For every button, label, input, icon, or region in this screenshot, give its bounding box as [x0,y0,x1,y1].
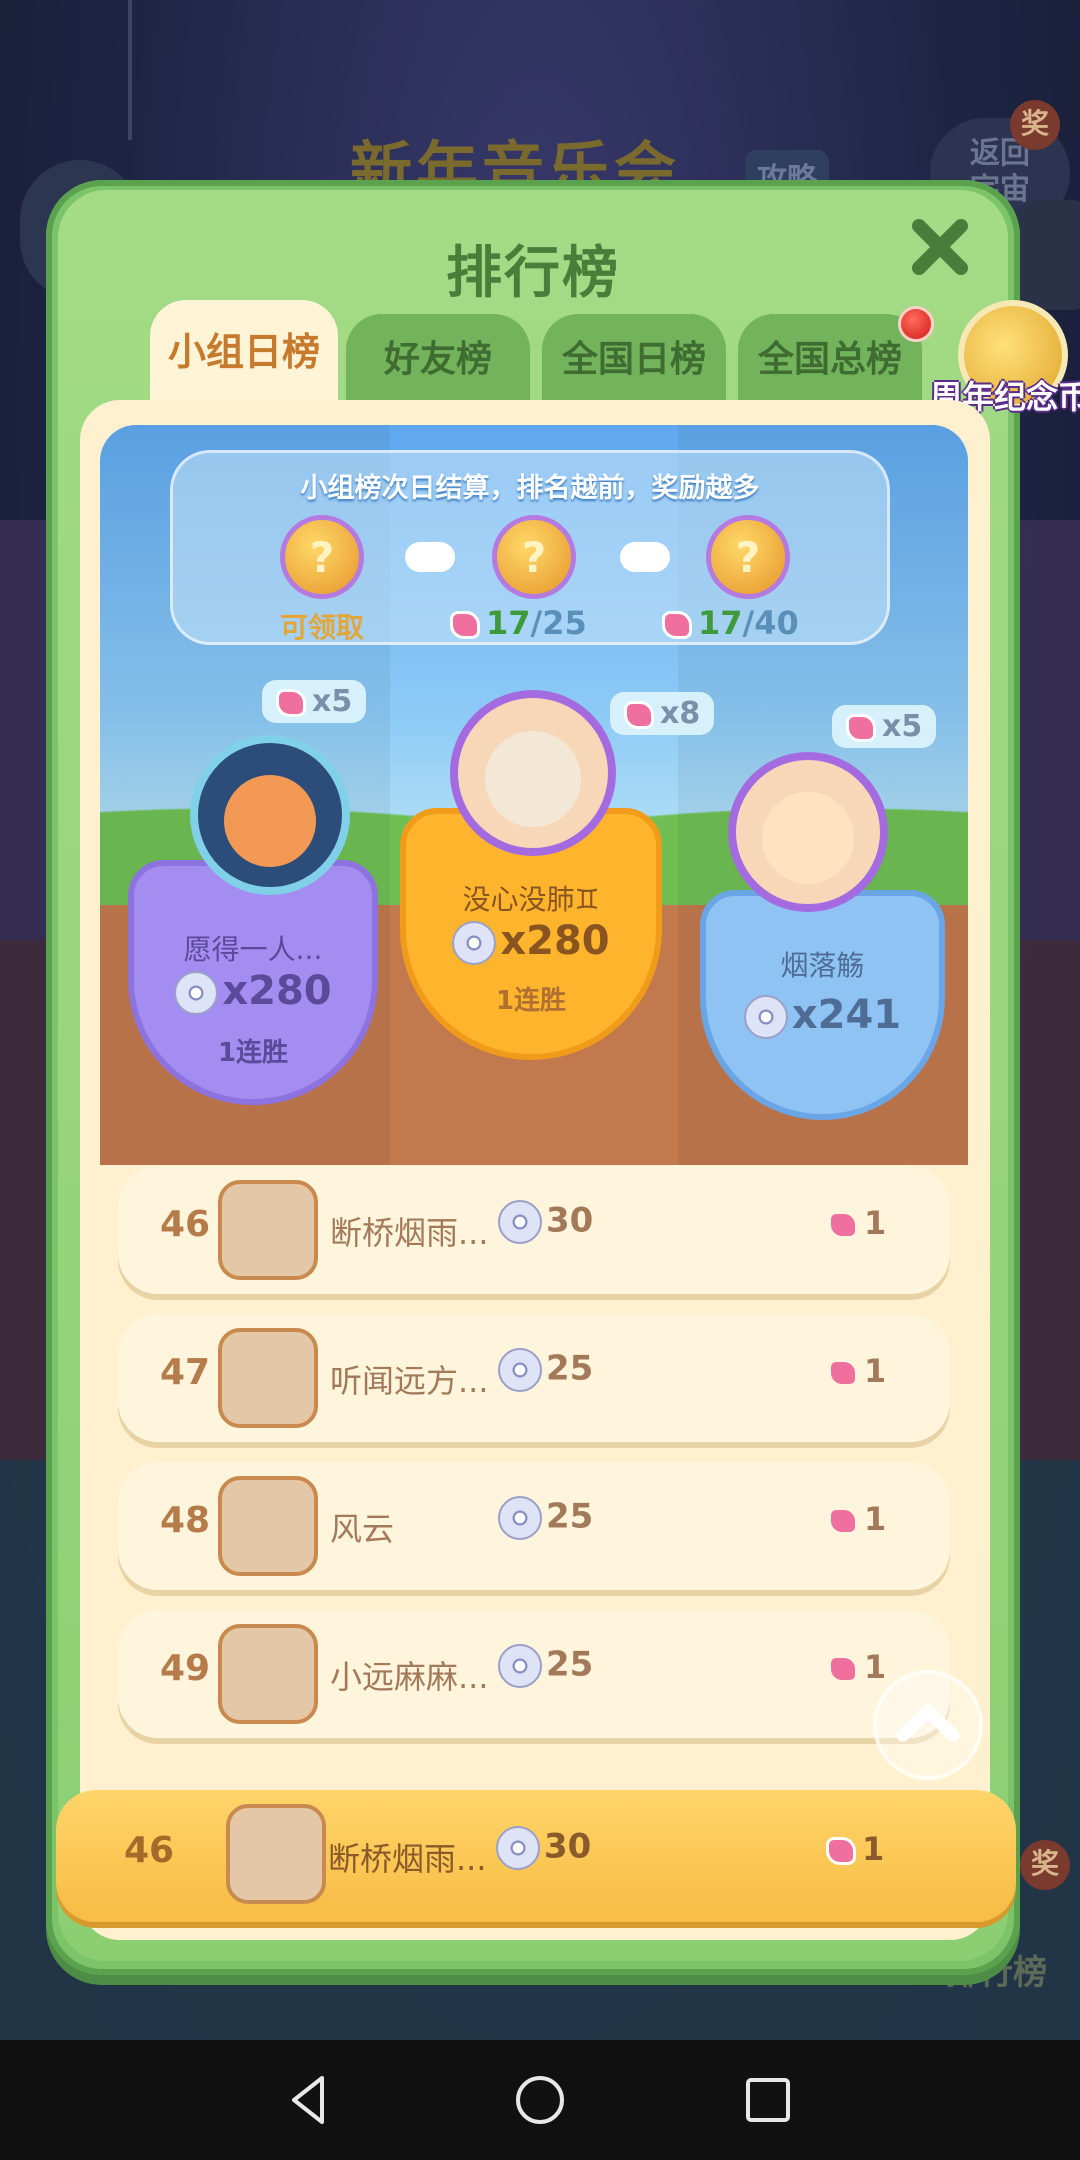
player-score: 25 [498,1644,593,1688]
player-score: 30 [498,1200,593,1244]
player-name: 风云 [330,1510,395,1548]
background-puzzle-icon [1010,200,1080,310]
recents-icon[interactable] [738,2070,798,2130]
player-score: 30 [496,1826,591,1870]
disc-icon [498,1496,542,1540]
player-name: 听闻远方... [330,1362,489,1400]
avatar [218,1624,318,1724]
navigation-bar [0,2040,1080,2160]
player-name: 烟落觞 [780,949,865,982]
flower-icon [828,1359,858,1387]
close-icon[interactable] [905,212,975,282]
tab-national-total[interactable]: 全国总榜 [738,314,922,412]
reward-badge: 奖 [1020,1840,1070,1890]
flower-icon [826,1837,856,1865]
scroll-to-top-icon[interactable] [873,1670,983,1780]
player-name: 愿得一人... [183,933,323,966]
flower-bubble: x5 [262,680,367,723]
player-streak: 1连胜 [495,986,567,1016]
avatar [218,1476,318,1576]
rank-number: 47 [159,1352,211,1393]
flower-count: 1 [828,1500,886,1538]
disc-icon [498,1200,542,1244]
rank-number: 48 [159,1500,211,1541]
reward-chest-3[interactable]: ? [706,515,790,599]
player-name: 没心没肺♊ [462,883,600,916]
flower-icon [828,1655,858,1683]
back-icon[interactable] [280,2070,340,2130]
flower-count: 1 [826,1830,884,1868]
list-item[interactable]: 48 风云 25 1 [118,1462,950,1590]
avatar-face [485,731,581,827]
player-score: x280 [134,968,372,1015]
home-icon[interactable] [510,2070,570,2130]
flower-count: 1 [828,1204,886,1242]
tab-national-daily[interactable]: 全国日榜 [542,314,726,412]
reward-chest-2[interactable]: ? [492,515,576,599]
disc-icon [498,1348,542,1392]
disc-icon [496,1826,540,1870]
avatar [226,1804,326,1904]
avatar[interactable] [728,752,888,912]
player-name: 断桥烟雨... [330,1214,489,1252]
tab-friends[interactable]: 好友榜 [346,314,530,412]
reward-info-text: 小组榜次日结算，排名越前，奖励越多 [300,473,760,504]
modal-title: 排行榜 [446,241,620,306]
flower-icon [828,1211,858,1239]
reward-progress-2: 17/25 [450,604,587,642]
flower-bubble: x8 [610,692,715,735]
player-score: 25 [498,1496,593,1540]
disc-icon [498,1644,542,1688]
list-item[interactable]: 46 断桥烟雨... 30 1 [118,1166,950,1294]
rank-number: 46 [159,1204,211,1245]
player-name: 断桥烟雨... [328,1840,487,1878]
disc-icon [174,971,219,1015]
avatar [218,1180,318,1280]
player-score: x280 [406,918,656,965]
flower-icon [450,611,480,639]
avatar[interactable] [190,735,350,895]
flower-bubble: x5 [832,705,937,748]
reward-badge: 奖 [1010,100,1060,150]
flower-icon [276,688,306,717]
lamp-string [128,0,132,140]
list-item[interactable]: 49 小远麻麻... 25 1 [118,1610,950,1738]
reward-chest-1[interactable]: ? [280,515,364,599]
player-score: 25 [498,1348,593,1392]
reward-status-claimable[interactable]: 可领取 [280,606,364,646]
player-streak: 1连胜 [217,1038,289,1068]
disc-icon [743,995,788,1039]
arrow-icon [620,542,670,572]
flower-icon [828,1507,858,1535]
flower-icon [624,700,654,729]
podium-shield-2nd[interactable]: 愿得一人... x280 1连胜 [128,860,378,1105]
player-score: x241 [706,992,939,1039]
arrow-icon [405,542,455,572]
notification-dot [898,306,934,342]
flower-count: 1 [828,1648,886,1686]
avatar [218,1328,318,1428]
tab-group-daily[interactable]: 小组日榜 [150,300,338,412]
avatar-face [761,791,855,884]
avatar[interactable] [450,690,616,856]
reward-progress-3: 17/40 [662,604,799,642]
player-name: 小远麻麻... [330,1658,489,1696]
disc-icon [452,921,497,965]
avatar-face [223,774,317,867]
rank-number: 46 [123,1830,175,1871]
my-rank-row[interactable]: 46 断桥烟雨... 30 1 [56,1790,1016,1922]
flower-icon [662,611,692,639]
list-item[interactable]: 47 听闻远方... 25 1 [118,1314,950,1442]
flower-count: 1 [828,1352,886,1390]
flower-icon [846,713,876,742]
rank-number: 49 [159,1648,211,1689]
